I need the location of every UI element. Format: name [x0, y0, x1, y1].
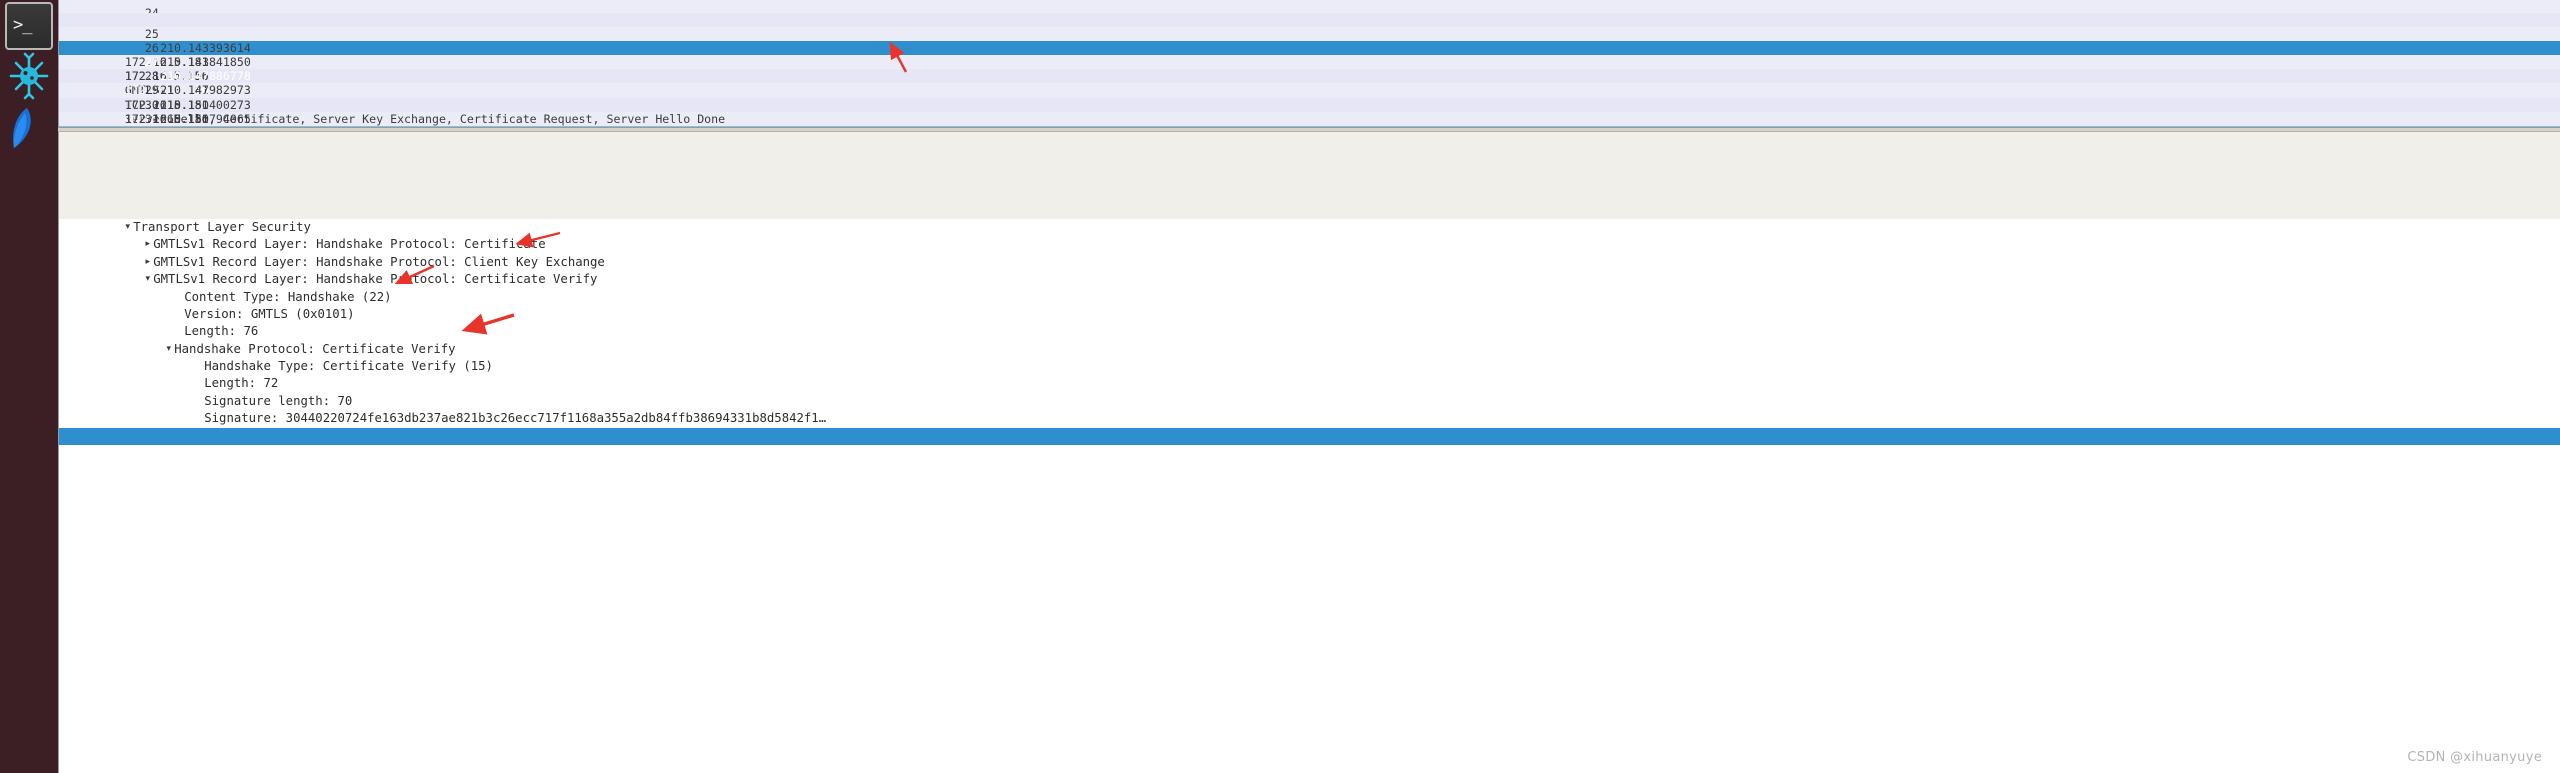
wireshark-icon[interactable] [5, 104, 53, 152]
desktop-launcher-dock: >_ [0, 0, 58, 773]
wireshark-window: >_ 24 25 210.143393614 Server Hello, Cer… [0, 0, 2560, 773]
packet-no: 24 [144, 6, 159, 13]
detail-row-handshake-type[interactable]: Handshake Type: Certificate Verify (15) [59, 341, 2560, 373]
packet-row[interactable]: 26 210.143841850 172.16.5.156 172.16.5.1… [59, 27, 2560, 127]
packet-no: 28 [144, 69, 159, 84]
detail-row-label: GMTLSv1 Record Layer: Handshake Protocol… [153, 446, 665, 461]
packet-no: 29 [144, 83, 159, 98]
packet-list-pane[interactable]: 24 210.141372308 172.16.5.181 172.16.5.1… [58, 0, 2560, 127]
detail-row-record-client-key-exchange[interactable]: ▸ GMTLSv1 Record Layer: Handshake Protoco… [59, 236, 2560, 269]
detail-row-tls[interactable]: ▾ Transport Layer Security [59, 201, 2560, 234]
wireshark-main-area: 24 210.141372308 172.16.5.181 172.16.5.1… [58, 0, 2560, 773]
detail-row-ipv4[interactable]: ▸Internet Protocol Version 4, Src: 172.1… [59, 166, 2560, 199]
packet-row[interactable]: 25 210.143393614 172.16.5.181 172.16.5.1… [59, 13, 2560, 126]
watermark-text: CSDN @xihuanyuye [2407, 750, 2542, 765]
packet-row[interactable]: 24 210.141372308 172.16.5.181 172.16.5.1… [59, 0, 2560, 13]
detail-row-handshake-length[interactable]: Length: 72 [59, 358, 2560, 390]
detail-row-tcp[interactable]: ▸Transmission Control Protocol, Src Port… [59, 184, 2560, 217]
packet-no: 26 [144, 41, 159, 56]
packet-details-pane[interactable]: ▸Frame 27: 2149 bytes on wire (17192 bit… [58, 132, 2560, 773]
detail-row-version[interactable]: Version: GMTLS (0x0101) [59, 289, 2560, 321]
packet-row[interactable]: 29 210.150400273 172.16.5.181 172.16.5.1… [59, 69, 2560, 127]
detail-row-record-certificate[interactable]: ▸ GMTLSv1 Record Layer: Handshake Protoco… [59, 219, 2560, 251]
detail-row-length[interactable]: Length: 76 [59, 306, 2560, 338]
detail-row-record-change-cipher-spec[interactable]: ▸GMTLSv1 Record Layer: Change Cipher Spe… [59, 410, 2560, 443]
virus-scanner-icon[interactable] [5, 52, 53, 100]
detail-row-handshake-protocol[interactable]: ▾ Handshake Protocol: Certificate Verify [59, 323, 2560, 356]
packet-no: 27 [144, 55, 159, 70]
packet-no: 25 [144, 27, 159, 42]
detail-row-content-type[interactable]: Content Type: Handshake (22) [59, 271, 2560, 304]
detail-row-signature-length[interactable]: Signature length: 70 [59, 375, 2560, 408]
detail-row-record-certificate-verify[interactable]: ▾ GMTLSv1 Record Layer: Handshake Protoco… [59, 254, 2560, 286]
packet-row-selected[interactable]: 27 210.147886778 172.16.5.156 172.16.5.1… [59, 41, 2560, 127]
terminal-prompt-glyph: >_ [13, 15, 33, 35]
chevron-right-icon[interactable]: ▸ [142, 445, 153, 462]
detail-row-signature[interactable]: Signature: 30440220724fe163db237ae821b3c… [59, 393, 2560, 425]
detail-row-frame[interactable]: ▸Frame 27: 2149 bytes on wire (17192 bit… [59, 132, 2560, 164]
detail-row-ethernet[interactable]: ▸Ethernet II, Src: VMware_d1:77:f5 (00:0… [59, 149, 2560, 182]
terminal-icon[interactable]: >_ [5, 2, 53, 50]
packet-row[interactable]: 31 210.151626625 172.16.5.156 172.16.5.1… [59, 97, 2560, 127]
packet-no: 31 [144, 111, 159, 126]
packet-row[interactable]: 30 210.150794065 172.16.5.181 172.16.5.1… [59, 83, 2560, 127]
packet-no: 30 [144, 97, 159, 112]
packet-row[interactable]: 28 210.147982973 172.16.5.181 172.16.5.1… [59, 55, 2560, 127]
detail-row-record-encrypted-handshake-message[interactable]: ▸ GMTLSv1 Record Layer: Handshake Protoco… [59, 427, 2560, 460]
